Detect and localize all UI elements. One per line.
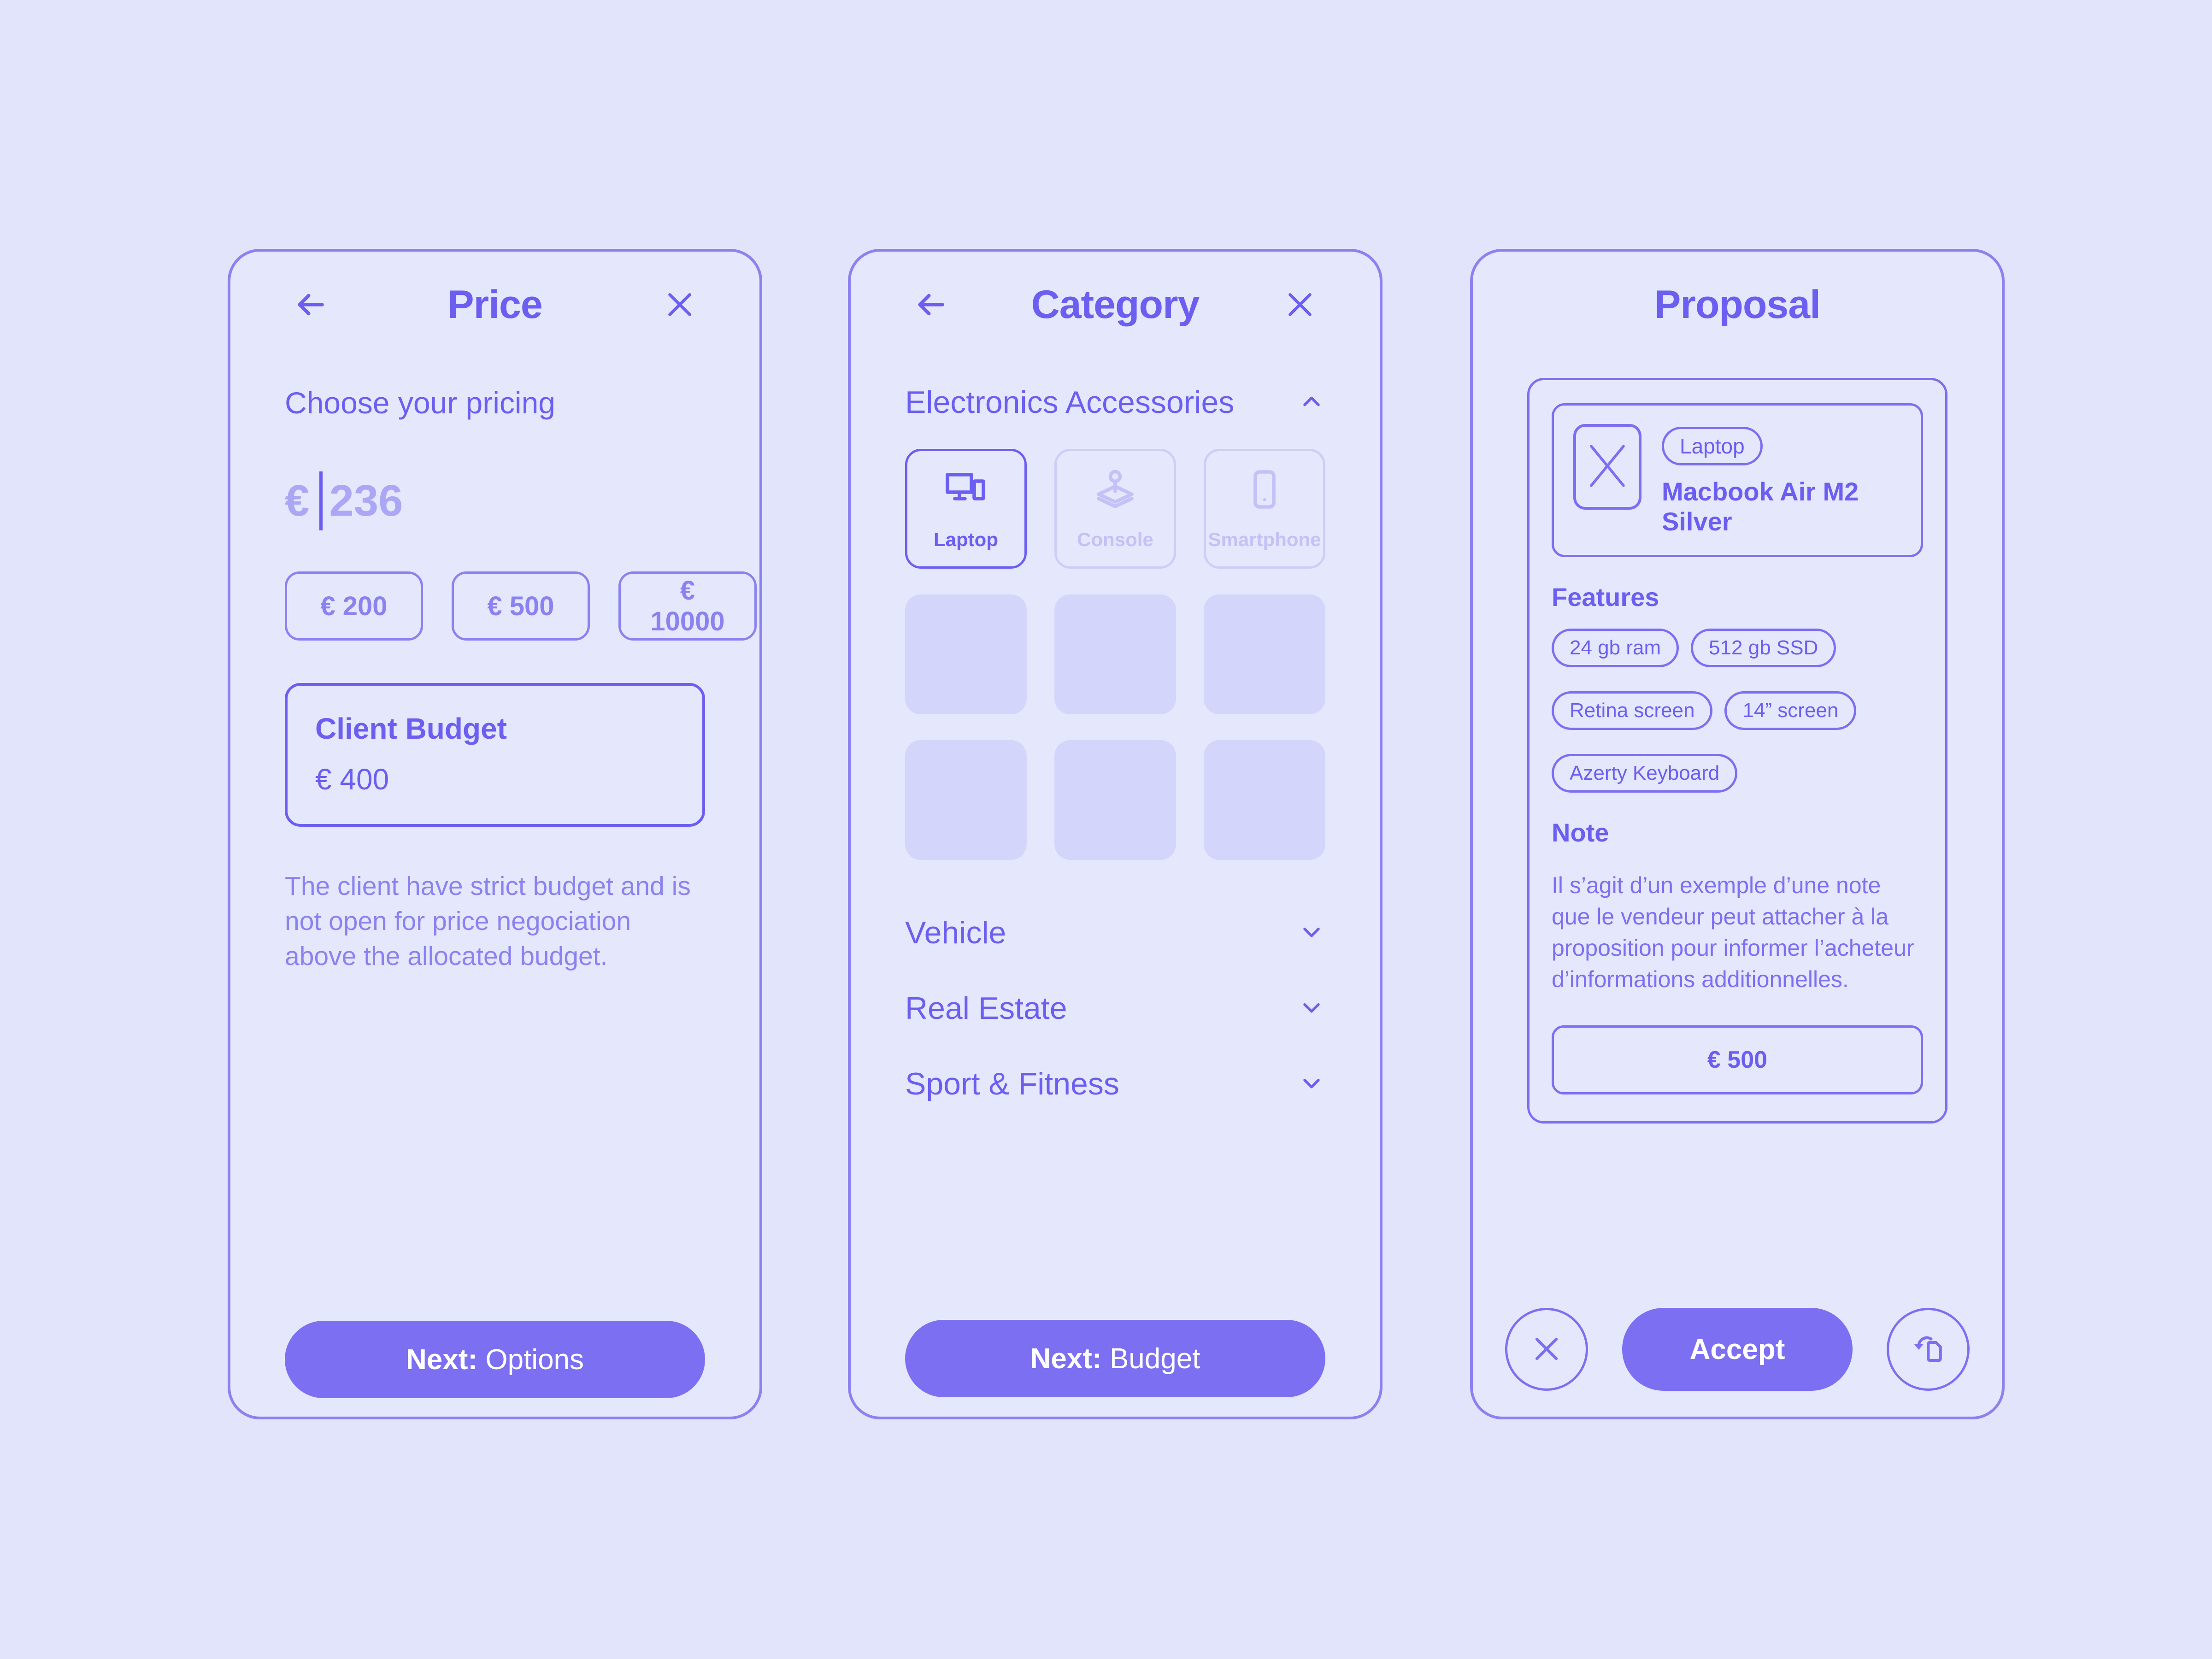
back-button[interactable]: [285, 279, 335, 330]
category-placeholder-card[interactable]: [905, 740, 1027, 860]
client-budget-label: Client Budget: [315, 712, 507, 745]
next-options-button[interactable]: Next: Options: [285, 1321, 705, 1398]
page-title: Proposal: [1654, 282, 1821, 327]
price-preset-row: € 200 € 500 € 10000: [285, 571, 757, 641]
counter-offer-document-icon: [1911, 1331, 1946, 1368]
accordion-label: Electronics Accessories: [905, 385, 1235, 420]
product-meta: Laptop Macbook Air M2 Silver: [1662, 424, 1901, 536]
features-heading: Features: [1552, 582, 1659, 612]
feature-chip: 512 gb SSD: [1691, 629, 1836, 667]
proposal-screen-panel: Proposal Laptop Macbook Air M2 Silver Fe…: [1470, 249, 2005, 1419]
arrow-left-icon: [292, 287, 328, 323]
category-item-grid: Laptop Console Smartphone: [905, 449, 1325, 860]
counter-offer-button[interactable]: [1887, 1308, 1970, 1391]
category-group-real-estate[interactable]: Real Estate: [905, 971, 1325, 1046]
chevron-down-icon: [1298, 994, 1325, 1024]
chevron-up-icon: [1298, 388, 1325, 418]
category-body: Electronics Accessories Laptop Console S…: [851, 384, 1380, 1417]
category-group-vehicle[interactable]: Vehicle: [905, 895, 1325, 971]
mockup-canvas: Price Choose your pricing € 236 € 200 € …: [0, 0, 2212, 1659]
cta-prefix: Next:: [406, 1343, 477, 1376]
category-card-label: Smartphone: [1208, 528, 1321, 550]
note-heading: Note: [1552, 818, 1609, 847]
category-group-label: Sport & Fitness: [905, 1066, 1119, 1101]
chevron-down-icon: [1298, 1069, 1325, 1099]
category-card-label: Console: [1077, 528, 1153, 550]
feature-chip: 24 gb ram: [1552, 629, 1679, 667]
proposal-header: Proposal: [1473, 252, 2002, 358]
accordion-electronics-accessories[interactable]: Electronics Accessories: [905, 384, 1325, 420]
arrow-left-icon: [912, 287, 948, 323]
preset-price-button[interactable]: € 500: [452, 571, 590, 641]
currency-symbol: €: [285, 476, 310, 525]
product-thumbnail: [1573, 424, 1641, 510]
price-header: Price: [230, 252, 759, 358]
category-group-label: Real Estate: [905, 991, 1067, 1026]
preset-price-button[interactable]: € 200: [285, 571, 423, 641]
cta-prefix: Next:: [1030, 1342, 1102, 1375]
feature-chip-list: 24 gb ram 512 gb SSD Retina screen 14” s…: [1552, 629, 1923, 793]
category-placeholder-card[interactable]: [905, 594, 1027, 714]
text-caret: [319, 471, 323, 530]
close-button[interactable]: [1275, 279, 1325, 330]
client-budget-value: € 400: [315, 763, 389, 796]
choose-pricing-label: Choose your pricing: [285, 386, 555, 420]
back-button[interactable]: [905, 279, 956, 330]
price-screen-panel: Price Choose your pricing € 236 € 200 € …: [228, 249, 762, 1419]
category-header: Category: [851, 252, 1380, 358]
cta-label: Options: [485, 1343, 584, 1376]
proposal-action-bar: Accept: [1505, 1308, 1970, 1391]
close-icon: [1530, 1332, 1563, 1367]
proposal-card: Laptop Macbook Air M2 Silver Features 24…: [1527, 378, 1947, 1124]
client-budget-card[interactable]: Client Budget € 400: [285, 683, 705, 827]
decline-button[interactable]: [1505, 1308, 1588, 1391]
product-name: Macbook Air M2 Silver: [1662, 477, 1859, 536]
feature-chip: Azerty Keyboard: [1552, 754, 1738, 793]
category-placeholder-card[interactable]: [1204, 740, 1325, 860]
category-card-label: Laptop: [934, 528, 998, 550]
joystick-icon: [1093, 467, 1137, 513]
collapsed-category-list: Vehicle Real Estate Sport & Fitness: [905, 895, 1325, 1122]
proposal-body: Laptop Macbook Air M2 Silver Features 24…: [1473, 378, 2002, 1417]
next-budget-button[interactable]: Next: Budget: [905, 1320, 1325, 1397]
price-body: Choose your pricing € 236 € 200 € 500 € …: [230, 385, 759, 1417]
product-category-tag: Laptop: [1662, 427, 1763, 465]
monitor-device-icon: [944, 467, 988, 513]
category-group-sport-fitness[interactable]: Sport & Fitness: [905, 1046, 1325, 1122]
feature-chip: Retina screen: [1552, 691, 1713, 730]
note-body: Il s’agit d’un exemple d’une note que le…: [1552, 872, 1914, 992]
category-placeholder-card[interactable]: [1204, 594, 1325, 714]
product-summary[interactable]: Laptop Macbook Air M2 Silver: [1552, 403, 1923, 557]
price-input[interactable]: € 236: [285, 471, 705, 531]
close-icon: [1283, 288, 1317, 322]
accept-button[interactable]: Accept: [1622, 1308, 1853, 1391]
category-card-laptop[interactable]: Laptop: [905, 449, 1027, 569]
category-group-label: Vehicle: [905, 915, 1006, 950]
category-screen-panel: Category Electronics Accessories Laptop …: [848, 249, 1382, 1419]
preset-price-button[interactable]: € 10000: [618, 571, 757, 641]
smartphone-icon: [1242, 467, 1287, 513]
feature-chip: 14” screen: [1724, 691, 1857, 730]
budget-note-text: The client have strict budget and is not…: [285, 871, 691, 971]
category-card-smartphone[interactable]: Smartphone: [1204, 449, 1325, 569]
image-placeholder-icon: [1585, 437, 1630, 497]
proposal-price: € 500: [1552, 1025, 1923, 1094]
cta-label: Budget: [1109, 1342, 1200, 1375]
category-placeholder-card[interactable]: [1054, 594, 1176, 714]
category-card-console[interactable]: Console: [1054, 449, 1176, 569]
close-button[interactable]: [654, 279, 705, 330]
chevron-down-icon: [1298, 918, 1325, 948]
category-placeholder-card[interactable]: [1054, 740, 1176, 860]
price-amount-value: 236: [329, 476, 403, 525]
close-icon: [663, 288, 697, 322]
